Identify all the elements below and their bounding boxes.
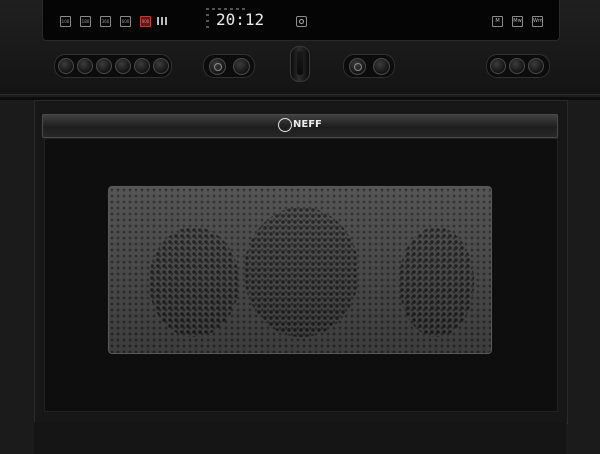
- display-panel: 100 180 360 600 900 20:12 M Mw Wm: [42, 0, 560, 41]
- control-button-4[interactable]: [115, 58, 131, 74]
- control-button-10[interactable]: [509, 58, 525, 74]
- mode-icon-wm[interactable]: Wm: [532, 16, 543, 27]
- light-button[interactable]: [209, 58, 226, 75]
- control-button-3[interactable]: [96, 58, 112, 74]
- mode-icon-mw[interactable]: Mw: [512, 16, 523, 27]
- steam-button[interactable]: [349, 58, 366, 75]
- logo-ring-icon: [278, 118, 292, 132]
- left-button-group: [54, 54, 172, 78]
- mode-icon-900[interactable]: 900: [140, 16, 151, 27]
- light-icon: [214, 63, 222, 71]
- control-button-8[interactable]: [373, 58, 390, 75]
- clock-side-dots: [206, 14, 211, 32]
- steam-icon: [354, 63, 362, 71]
- mode-icon-600[interactable]: 600: [120, 16, 131, 27]
- control-button-5[interactable]: [134, 58, 150, 74]
- door-bottom-rim: [34, 422, 566, 454]
- right-button-group: [486, 54, 550, 78]
- mode-icon-360[interactable]: 360: [100, 16, 111, 27]
- control-button-9[interactable]: [490, 58, 506, 74]
- brand-logo: NEFF: [278, 117, 328, 133]
- level-bars-icon: [157, 17, 171, 25]
- mode-icon-m[interactable]: M: [492, 16, 503, 27]
- clock-readout: 20:12: [216, 10, 265, 29]
- control-button-1[interactable]: [58, 58, 74, 74]
- center-left-button-group: [203, 54, 255, 78]
- control-button-7[interactable]: [233, 58, 250, 75]
- oven-window: [108, 186, 492, 354]
- mode-icon-180[interactable]: 180: [80, 16, 91, 27]
- power-icon[interactable]: [296, 16, 307, 27]
- control-button-6[interactable]: [153, 58, 169, 74]
- control-button-2[interactable]: [77, 58, 93, 74]
- main-dial[interactable]: [290, 46, 310, 82]
- mode-icon-100[interactable]: 100: [60, 16, 71, 27]
- control-panel: 100 180 360 600 900 20:12 M Mw Wm: [0, 0, 600, 95]
- control-button-11[interactable]: [528, 58, 544, 74]
- center-right-button-group: [343, 54, 395, 78]
- window-shade: [109, 187, 491, 353]
- brand-name: NEFF: [293, 119, 322, 130]
- oven: 100 180 360 600 900 20:12 M Mw Wm NEFF: [0, 0, 600, 454]
